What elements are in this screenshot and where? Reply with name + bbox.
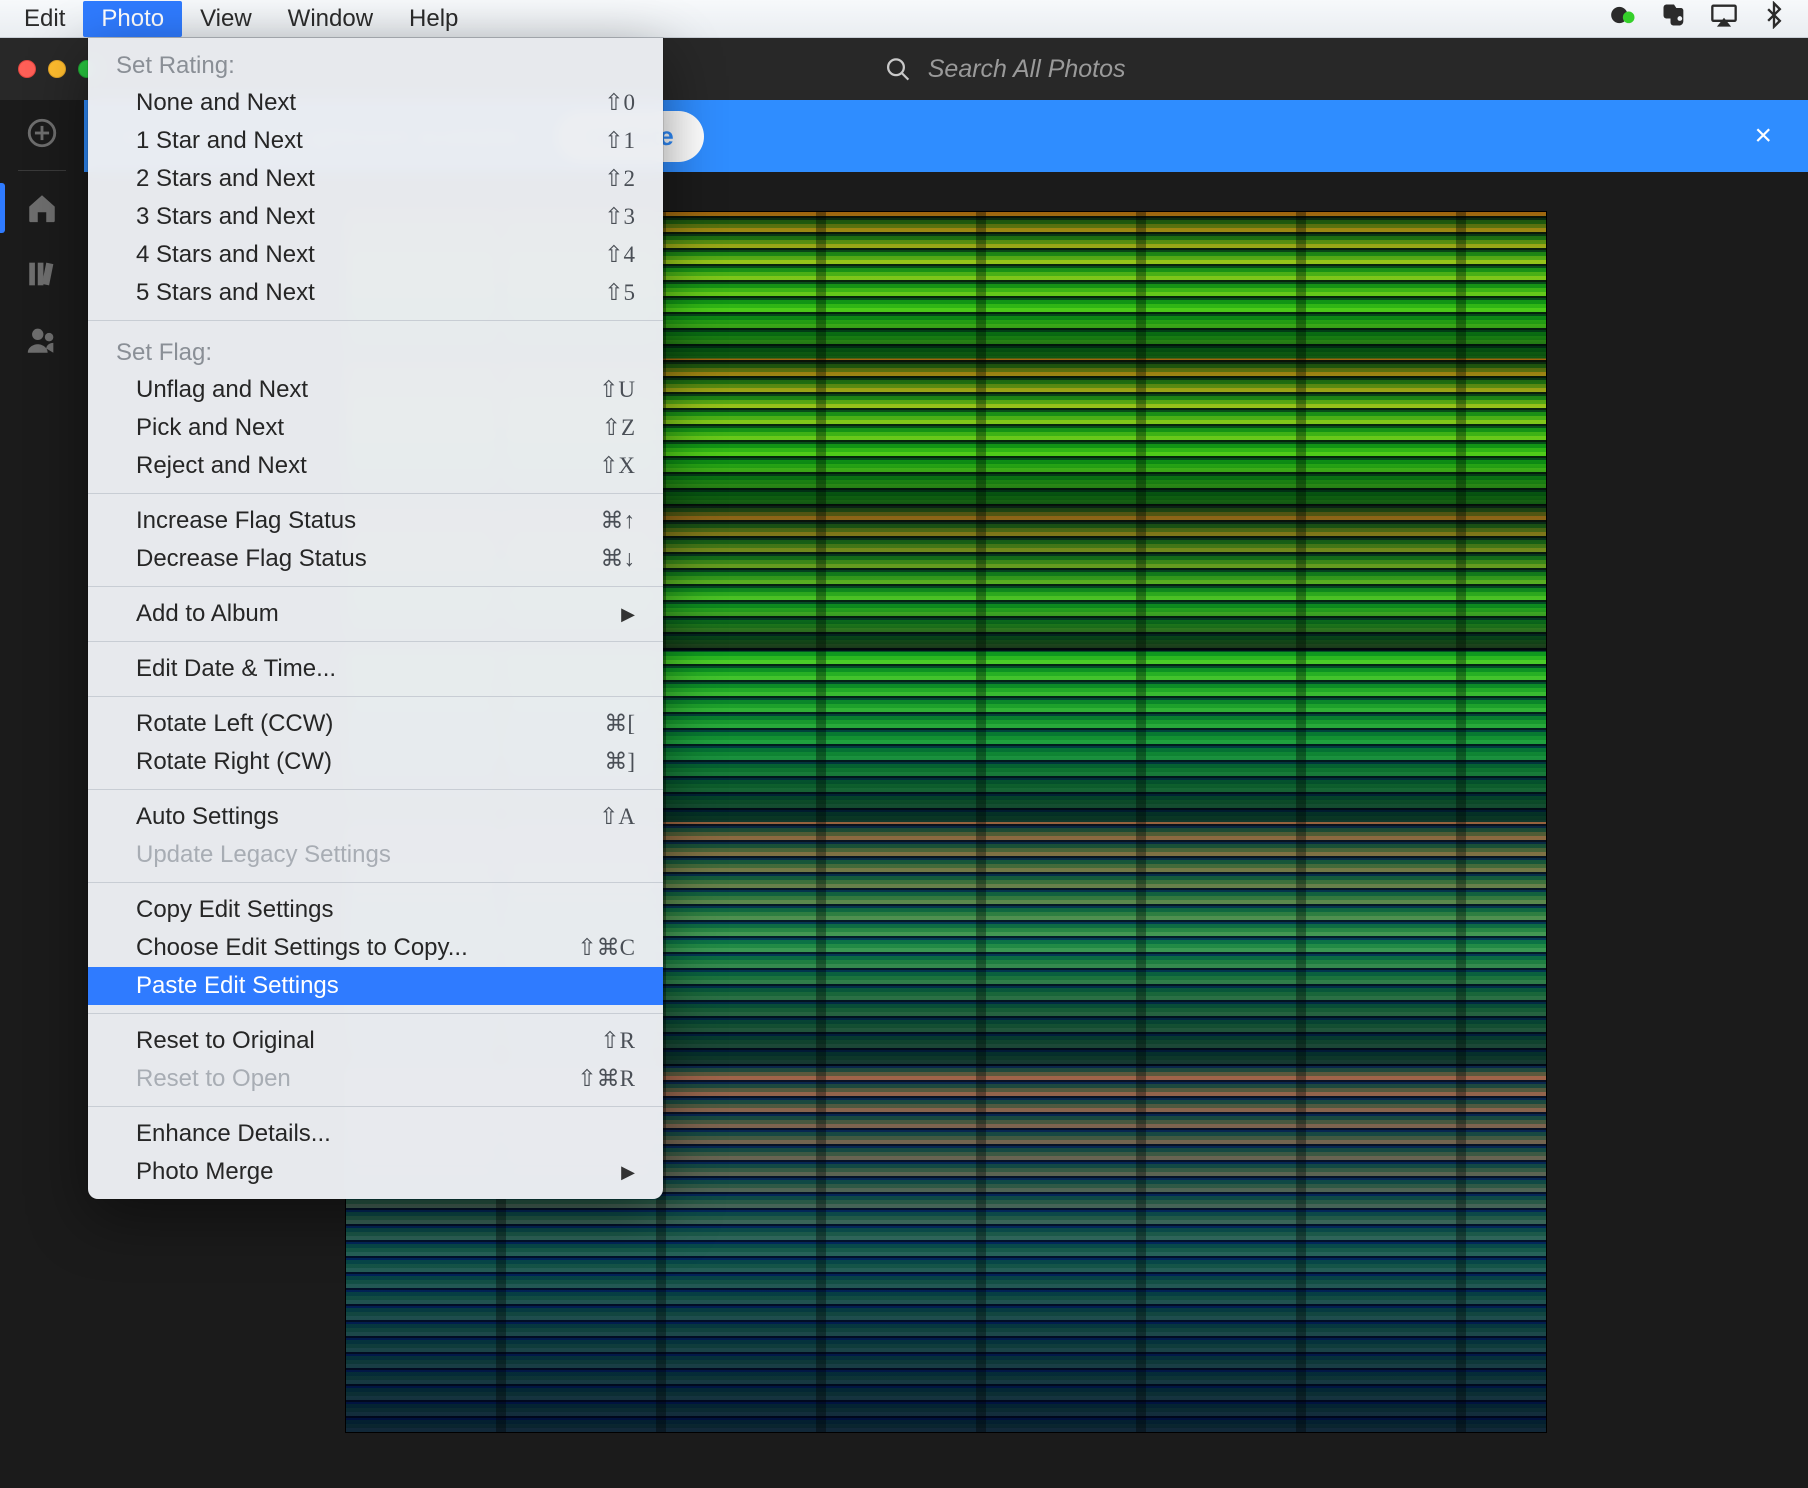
menu-item[interactable]: Reject and Next⇧X	[88, 447, 663, 485]
search-placeholder: Search All Photos	[928, 55, 1126, 84]
menu-item[interactable]: Choose Edit Settings to Copy...⇧⌘C	[88, 929, 663, 967]
menu-item-shortcut: ⇧R	[600, 1028, 635, 1054]
menu-item[interactable]: Add to Album▶	[88, 595, 663, 633]
menu-photo[interactable]: Photo	[83, 1, 182, 37]
menu-item[interactable]: None and Next⇧0	[88, 84, 663, 122]
menu-item[interactable]: Rotate Left (CCW)⌘[	[88, 705, 663, 743]
menu-item-label: Photo Merge	[136, 1158, 621, 1186]
menu-item-label: Enhance Details...	[136, 1120, 635, 1148]
menu-item[interactable]: Photo Merge▶	[88, 1153, 663, 1191]
menu-item[interactable]: Pick and Next⇧Z	[88, 409, 663, 447]
menu-item-shortcut: ⇧0	[604, 90, 635, 116]
menu-item[interactable]: Unflag and Next⇧U	[88, 371, 663, 409]
menu-item-label: Rotate Left (CCW)	[136, 710, 604, 738]
menu-item-label: Decrease Flag Status	[136, 545, 601, 573]
menu-item[interactable]: 2 Stars and Next⇧2	[88, 160, 663, 198]
menu-item: Reset to Open⇧⌘R	[88, 1060, 663, 1098]
search-icon	[885, 56, 912, 83]
menu-item[interactable]: 1 Star and Next⇧1	[88, 122, 663, 160]
sidebar-people[interactable]	[0, 307, 84, 373]
menu-item-label: Update Legacy Settings	[136, 841, 635, 869]
sidebar-add[interactable]	[0, 100, 84, 166]
menu-item-shortcut: ⇧Z	[602, 415, 635, 441]
menu-item-label: 2 Stars and Next	[136, 165, 604, 193]
menu-item-label: Auto Settings	[136, 803, 599, 831]
search-field[interactable]: Search All Photos	[885, 55, 1126, 84]
menu-item-shortcut: ⇧⌘R	[577, 1066, 635, 1092]
menu-item-shortcut: ⇧A	[599, 804, 635, 830]
left-sidebar	[0, 100, 84, 1488]
submenu-arrow-icon: ▶	[621, 1162, 635, 1183]
menu-item[interactable]: Decrease Flag Status⌘↓	[88, 540, 663, 578]
menu-item-label: Paste Edit Settings	[136, 972, 635, 1000]
menu-item[interactable]: Paste Edit Settings	[88, 967, 663, 1005]
menu-item-label: 3 Stars and Next	[136, 203, 604, 231]
menu-item-label: 1 Star and Next	[136, 127, 604, 155]
menu-item-label: Unflag and Next	[136, 376, 599, 404]
close-window-button[interactable]	[18, 60, 36, 78]
sidebar-divider	[18, 170, 66, 171]
people-icon	[25, 323, 59, 357]
menu-item-label: 5 Stars and Next	[136, 279, 604, 307]
menu-item-label: Choose Edit Settings to Copy...	[136, 934, 577, 962]
menu-item-label: Copy Edit Settings	[136, 896, 635, 924]
menu-item-shortcut: ⇧1	[604, 128, 635, 154]
home-icon	[25, 191, 59, 225]
sidebar-library[interactable]	[0, 241, 84, 307]
photo-dropdown-menu: Set Rating:None and Next⇧01 Star and Nex…	[88, 38, 663, 1199]
status-dot-icon[interactable]	[1610, 1, 1638, 36]
menu-item-shortcut: ⇧⌘C	[577, 935, 635, 961]
menu-window[interactable]: Window	[270, 1, 391, 37]
menu-item[interactable]: 5 Stars and Next⇧5	[88, 274, 663, 312]
menu-item-label: Edit Date & Time...	[136, 655, 635, 683]
menu-item-shortcut: ⇧3	[604, 204, 635, 230]
library-icon	[25, 257, 59, 291]
menu-item[interactable]: Rotate Right (CW)⌘]	[88, 743, 663, 781]
menu-item-shortcut: ⌘↑	[601, 508, 636, 534]
menu-item[interactable]: Reset to Original⇧R	[88, 1022, 663, 1060]
add-icon	[25, 116, 59, 150]
menu-item: Update Legacy Settings	[88, 836, 663, 874]
menu-item-label: Reject and Next	[136, 452, 599, 480]
menu-group-header: Set Flag:	[88, 329, 663, 371]
menu-item-label: Add to Album	[136, 600, 621, 628]
menu-item[interactable]: Enhance Details...	[88, 1115, 663, 1153]
menu-item-label: None and Next	[136, 89, 604, 117]
menu-edit[interactable]: Edit	[6, 1, 83, 37]
menu-item-shortcut: ⇧5	[604, 280, 635, 306]
menu-item-shortcut: ⇧X	[599, 453, 635, 479]
airplay-icon[interactable]	[1710, 1, 1738, 36]
evernote-icon[interactable]	[1660, 1, 1688, 36]
submenu-arrow-icon: ▶	[621, 604, 635, 625]
menu-item[interactable]: Copy Edit Settings	[88, 891, 663, 929]
menu-item-shortcut: ⌘↓	[601, 546, 636, 572]
menu-view[interactable]: View	[182, 1, 270, 37]
menu-help[interactable]: Help	[391, 1, 476, 37]
menu-group-header: Set Rating:	[88, 42, 663, 84]
mac-menubar: Edit Photo View Window Help	[0, 0, 1808, 38]
menu-item[interactable]: Increase Flag Status⌘↑	[88, 502, 663, 540]
menu-item-label: Reset to Original	[136, 1027, 600, 1055]
menu-item[interactable]: Edit Date & Time...	[88, 650, 663, 688]
sidebar-home[interactable]	[0, 175, 84, 241]
menu-item-shortcut: ⇧2	[604, 166, 635, 192]
menu-item-label: Increase Flag Status	[136, 507, 601, 535]
minimize-window-button[interactable]	[48, 60, 66, 78]
system-tray	[1610, 1, 1802, 36]
bluetooth-icon[interactable]	[1760, 1, 1788, 36]
menu-item-shortcut: ⌘[	[604, 711, 635, 737]
menu-item-shortcut: ⌘]	[604, 749, 635, 775]
menu-item-label: 4 Stars and Next	[136, 241, 604, 269]
banner-close-icon[interactable]: ×	[1754, 119, 1772, 153]
window-controls	[0, 60, 96, 78]
menu-item-label: Rotate Right (CW)	[136, 748, 604, 776]
menu-item-shortcut: ⇧U	[599, 377, 635, 403]
menu-item-label: Reset to Open	[136, 1065, 577, 1093]
menu-item[interactable]: 4 Stars and Next⇧4	[88, 236, 663, 274]
menu-item-label: Pick and Next	[136, 414, 602, 442]
menu-item[interactable]: 3 Stars and Next⇧3	[88, 198, 663, 236]
menu-item-shortcut: ⇧4	[604, 242, 635, 268]
menu-item[interactable]: Auto Settings⇧A	[88, 798, 663, 836]
